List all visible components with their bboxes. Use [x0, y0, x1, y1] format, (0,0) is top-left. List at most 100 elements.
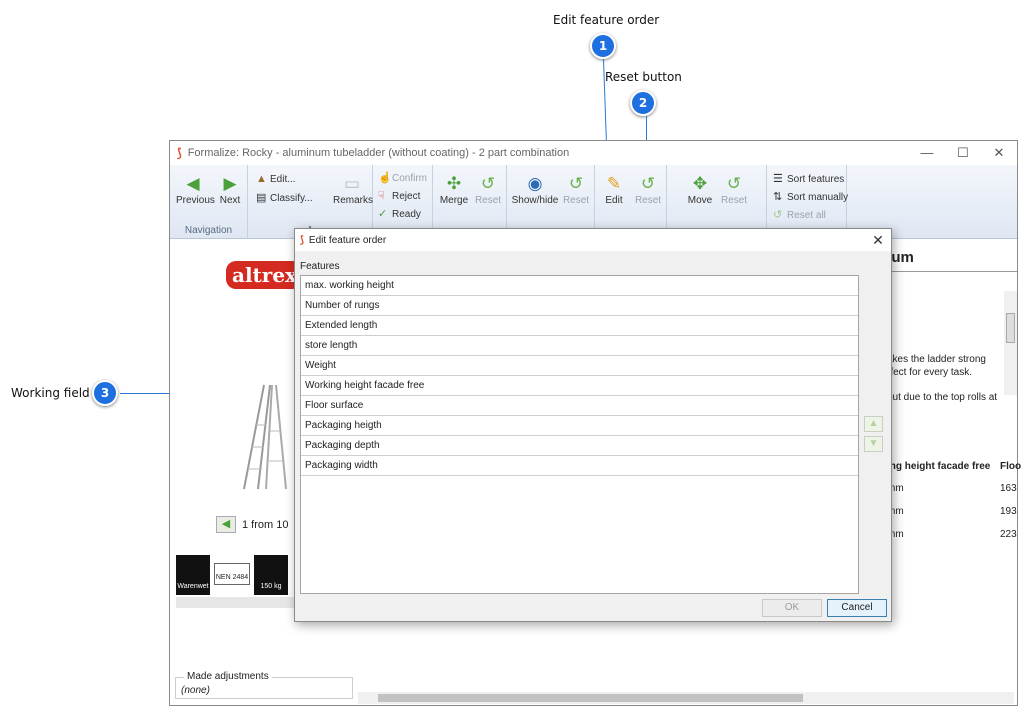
- edit-article-button[interactable]: ▲ Edit...: [256, 173, 296, 185]
- features-label: Features: [300, 261, 340, 272]
- reject-button[interactable]: ☟ Reject: [378, 189, 420, 202]
- callout-badge-2: 2: [630, 90, 656, 116]
- title-divider: [876, 271, 1017, 272]
- show-hide-button[interactable]: ◉ Show/hide: [511, 173, 559, 206]
- hat-icon: ▲: [256, 173, 267, 185]
- dialog-close-button[interactable]: ✕: [865, 232, 891, 249]
- table-cell: 193: [1000, 506, 1017, 517]
- feature-list[interactable]: max. working height Number of rungs Exte…: [300, 275, 859, 594]
- move-reset-label: Reset: [720, 195, 748, 206]
- edit-order-label: Edit: [605, 195, 623, 206]
- feature-list-item[interactable]: Weight: [301, 356, 858, 376]
- undo-icon: ↺: [568, 174, 584, 193]
- ready-button[interactable]: ✓ Ready: [378, 207, 421, 220]
- feature-list-item[interactable]: Packaging depth: [301, 436, 858, 456]
- previous-button[interactable]: ◀ Previous: [176, 173, 215, 206]
- description-line-2: rfect for every task.: [887, 367, 973, 378]
- undo-icon: ↺: [640, 174, 656, 193]
- feature-list-item[interactable]: Floor surface: [301, 396, 858, 416]
- window-title: Formalize: Rocky - aluminum tubeladder (…: [187, 147, 570, 159]
- move-reset-button[interactable]: ↺ Reset: [719, 173, 749, 206]
- reset-all-label: Reset all: [787, 210, 826, 221]
- callout-label-reset-button: Reset button: [605, 70, 682, 84]
- made-adjustments-box: Made adjustments (none): [175, 671, 353, 699]
- thumbs-up-icon: ☝: [378, 172, 392, 184]
- merge-reset-label: Reset: [474, 195, 502, 206]
- dialog-title: Edit feature order: [308, 234, 387, 246]
- order-reset-label: Reset: [634, 195, 662, 206]
- show-hide-label: Show/hide: [511, 195, 559, 206]
- nen-logo: NEN 2484: [214, 563, 250, 585]
- description-line-1: akes the ladder strong: [887, 354, 986, 365]
- close-button[interactable]: ✕: [981, 145, 1017, 161]
- pager-text: 1 from 10: [242, 518, 289, 531]
- move-up-button[interactable]: ▲: [864, 416, 883, 432]
- brand-logo: altrex: [226, 261, 303, 289]
- ok-button[interactable]: OK: [762, 599, 822, 617]
- scrollbar-thumb[interactable]: [1006, 313, 1015, 343]
- undo-icon: ↺: [480, 174, 496, 193]
- table-cell: 223: [1000, 529, 1017, 540]
- feature-list-item[interactable]: Number of rungs: [301, 296, 858, 316]
- arrow-left-icon: ◀: [186, 174, 200, 193]
- ready-label: Ready: [392, 209, 421, 220]
- move-button[interactable]: ✥ Move: [685, 173, 715, 206]
- reject-label: Reject: [392, 191, 421, 202]
- title-bar: ⟆ Formalize: Rocky - aluminum tubeladder…: [170, 141, 1017, 165]
- image-scrollbar[interactable]: [176, 597, 296, 608]
- merge-label: Merge: [439, 195, 469, 206]
- callout-badge-3: 3: [92, 380, 118, 406]
- sort-features-button[interactable]: ☰ Sort features: [773, 172, 844, 185]
- classify-button[interactable]: ▤ Classify...: [256, 191, 313, 204]
- feature-list-item[interactable]: Working height facade free: [301, 376, 858, 396]
- visibility-reset-button[interactable]: ↺ Reset: [561, 173, 591, 206]
- cancel-button[interactable]: Cancel: [827, 599, 887, 617]
- edit-article-label: Edit...: [270, 174, 296, 185]
- feature-list-item[interactable]: store length: [301, 336, 858, 356]
- sort-manually-label: Sort manually: [787, 192, 849, 203]
- feature-list-item[interactable]: Packaging heigth: [301, 416, 858, 436]
- made-adjustments-value: (none): [181, 685, 210, 696]
- feature-list-item[interactable]: Extended length: [301, 316, 858, 336]
- callout-badge-1: 1: [590, 33, 616, 59]
- table-header-working-height: ing height facade free: [887, 461, 991, 472]
- warenwet-logo: Warenwet: [176, 555, 210, 595]
- pager-previous-button[interactable]: ◀: [216, 516, 236, 533]
- callout-label-working-field: Working field: [11, 386, 90, 400]
- feature-order-reset-button[interactable]: ↺ Reset: [633, 173, 663, 206]
- description-scrollbar[interactable]: [1004, 291, 1017, 395]
- move-down-button[interactable]: ▼: [864, 436, 883, 452]
- maximize-button[interactable]: ☐: [945, 145, 981, 161]
- sort-features-label: Sort features: [787, 174, 845, 185]
- feature-list-item[interactable]: Packaging width: [301, 456, 858, 476]
- app-logo-icon: ⟆: [177, 146, 182, 160]
- ladder-image: [243, 384, 287, 490]
- horizontal-scrollbar-thumb[interactable]: [378, 694, 803, 702]
- feature-list-item[interactable]: max. working height: [301, 276, 858, 296]
- group-label-navigation: Navigation: [184, 225, 233, 236]
- pencil-icon: ✎: [606, 174, 622, 193]
- remarks-button[interactable]: ▭ Remarks: [333, 173, 373, 206]
- eye-icon: ◉: [527, 174, 543, 193]
- confirm-button[interactable]: ☝Confirm: [378, 171, 427, 184]
- image-pager: ◀ 1 from 10: [216, 516, 288, 533]
- minimize-button[interactable]: —: [909, 145, 945, 161]
- merge-button[interactable]: ✣ Merge: [437, 173, 471, 206]
- help-screenshot: Edit feature order 1 Reset button 2 Work…: [0, 0, 1026, 714]
- table-header-floor: Floo: [1000, 461, 1022, 472]
- visibility-reset-label: Reset: [562, 195, 590, 206]
- previous-label: Previous: [176, 195, 215, 206]
- horizontal-scrollbar[interactable]: [358, 692, 1014, 704]
- merge-reset-button[interactable]: ↺ Reset: [473, 173, 503, 206]
- checkmark-icon: ✓: [378, 208, 388, 220]
- merge-icon: ✣: [446, 174, 462, 193]
- speech-bubble-icon: ▭: [343, 174, 361, 193]
- edit-feature-order-button[interactable]: ✎ Edit: [599, 173, 629, 206]
- arrow-right-icon: ▶: [223, 174, 237, 193]
- next-button[interactable]: ▶ Next: [216, 173, 244, 206]
- undo-icon: ↺: [773, 209, 783, 221]
- sort-manually-button[interactable]: ⇅ Sort manually: [773, 190, 848, 203]
- reset-all-button[interactable]: ↺ Reset all: [773, 208, 826, 221]
- confirm-label: Confirm: [392, 173, 428, 184]
- table-cell: 163: [1000, 483, 1017, 494]
